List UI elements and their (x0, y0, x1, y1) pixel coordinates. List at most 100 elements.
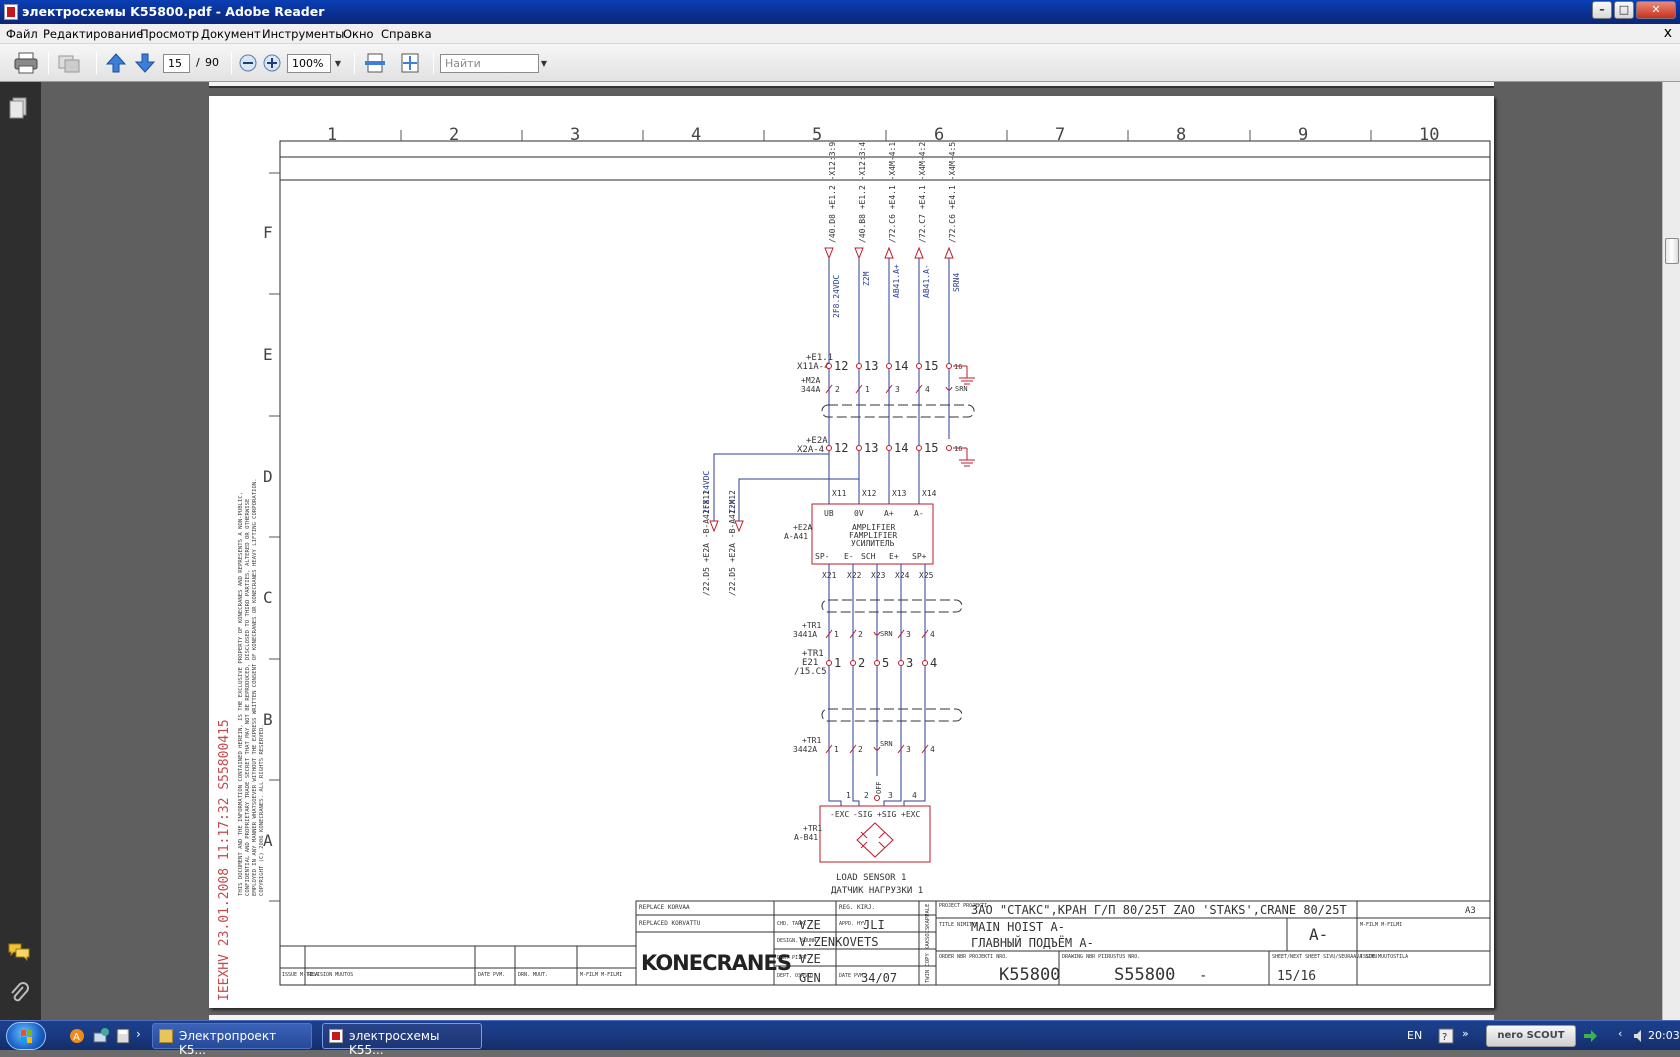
tray-collapse-icon[interactable]: ‹ (1618, 1027, 1622, 1040)
minimize-button[interactable]: – (1592, 1, 1612, 19)
close-document-button[interactable]: x (1664, 25, 1672, 41)
terminal-number: 3 (888, 791, 893, 800)
order-number: K55800 (999, 965, 1060, 985)
column-number: 2 (449, 125, 459, 145)
collaborate-icon[interactable] (56, 51, 82, 75)
terminal-tag: X25 (919, 571, 934, 580)
search-input[interactable]: Найти (440, 54, 539, 73)
quicklaunch-network-icon[interactable] (92, 1027, 110, 1045)
taskbar-item-folder[interactable]: Электропроект K5... (152, 1023, 312, 1057)
help-tray-icon[interactable]: ? (1438, 1028, 1454, 1044)
terminal-tag: X22 (847, 571, 862, 580)
menu-help[interactable]: Справка (381, 27, 432, 41)
core-number: 3 (895, 385, 900, 394)
terminal-tag: X24 (895, 571, 910, 580)
scrollbar-thumb[interactable] (1665, 238, 1679, 264)
previous-page-edge (209, 82, 1494, 88)
row-letter: E (263, 345, 273, 364)
revision-col: DRN. MUUT. (518, 972, 548, 978)
language-indicator[interactable]: EN (1407, 1029, 1422, 1042)
quicklaunch-avast-icon[interactable]: A (68, 1027, 86, 1045)
fit-width-icon[interactable] (362, 51, 388, 75)
terminal-number: 14 (894, 359, 908, 373)
arrow-tray-icon[interactable] (1582, 1028, 1598, 1044)
page-number-input[interactable]: 15 (163, 54, 190, 73)
zoom-level-input[interactable]: 100% (287, 54, 331, 73)
wire-label: 2F8.24VDC (832, 274, 841, 318)
tray-expand-icon[interactable]: » (1462, 1027, 1469, 1040)
menu-file[interactable]: Файл (6, 27, 38, 41)
title-code: A- (1309, 925, 1328, 944)
core-number: 1 (834, 630, 839, 639)
print-icon[interactable] (13, 51, 39, 75)
row-letter: D (263, 467, 273, 486)
taskbar-item-reader[interactable]: электросхемы K55... (322, 1023, 482, 1057)
terminal-number: 5 (882, 656, 889, 670)
zoom-out-icon[interactable] (235, 51, 261, 75)
twin-copy-label: TWIN COPY KAKSOISKAPPALE (925, 904, 931, 983)
close-button[interactable]: ✕ (1636, 1, 1676, 19)
location-label: +TR1 (802, 736, 821, 745)
menu-document[interactable]: Документ (201, 27, 261, 41)
pdf-icon (329, 1029, 343, 1043)
terminal-number: 15 (924, 359, 938, 373)
column-number: 7 (1055, 125, 1065, 145)
device-tag: A-A41 (784, 532, 808, 541)
pages-panel-icon[interactable] (8, 96, 30, 120)
core-number: SRN (880, 740, 893, 748)
terminal-block-e21: +TR1 E21 /15.C5 1 2 5 3 4 (794, 649, 937, 677)
zoom-dropdown-arrow[interactable]: ▼ (332, 54, 344, 73)
next-page-icon[interactable] (132, 51, 158, 75)
column-number: 10 (1419, 125, 1439, 145)
search-dropdown-arrow[interactable]: ▼ (538, 54, 550, 73)
tb-value: 34/07 (861, 971, 897, 985)
tb-label: REPLACE KORVAA (639, 904, 690, 911)
vertical-scrollbar[interactable] (1662, 82, 1680, 1020)
quicklaunch-save-icon[interactable] (114, 1027, 132, 1045)
tb-value: JLI (863, 918, 885, 932)
copyright-notice: THIS DOCUMENT AND THE INFORMATION CONTAI… (238, 478, 265, 896)
terminal-number: 13 (864, 441, 878, 455)
terminal-number: 3 (906, 656, 913, 670)
core-number: 1 (865, 385, 870, 394)
nero-scout-widget[interactable]: nero SCOUT (1486, 1025, 1576, 1047)
terminal-block-x11a: +E1.1 X11A-4 12 13 14 15 16 (797, 353, 962, 373)
system-tray: EN ? » nero SCOUT ‹ 20:03 (1400, 1021, 1680, 1051)
maximize-button[interactable]: □ (1614, 1, 1634, 19)
fit-page-icon[interactable] (397, 51, 423, 75)
svg-text:A: A (73, 1032, 80, 1043)
menu-window[interactable]: Окно (343, 27, 374, 41)
revision-col: M-FILM M-FILMI (580, 972, 622, 978)
menu-bar: Файл Редактирование Просмотр Документ Ин… (0, 24, 1680, 44)
copyright-line: COPYRIGHT (C) 2006 KONECRANES. ALL RIGHT… (259, 724, 265, 896)
terminal-number: 12 (834, 359, 848, 373)
volume-icon[interactable] (1632, 1028, 1648, 1044)
tb-value: VZE (799, 918, 821, 932)
device-tag: A-B41 (794, 833, 818, 842)
core-number: SRN (880, 630, 893, 638)
core-number: 4 (925, 385, 930, 394)
pin-label: A+ (884, 509, 894, 518)
menu-view[interactable]: Просмотр (140, 27, 199, 41)
wire-label: Z2M (862, 271, 871, 286)
terminal-block-x2a: +E2A X2A-4 12 13 14 15 16 (797, 436, 962, 455)
core-number: 2 (858, 630, 863, 639)
previous-page-icon[interactable] (103, 51, 129, 75)
tb-label: M-FILM M-FILMI (1360, 922, 1402, 928)
comments-panel-icon[interactable] (7, 942, 31, 962)
terminal-tag: X11 (832, 489, 847, 498)
column-number: 3 (570, 125, 580, 145)
start-button[interactable] (6, 1022, 46, 1050)
terminal-tag: X12 (862, 489, 877, 498)
core-number: SRN (955, 385, 968, 393)
menu-tools[interactable]: Инструменты (262, 27, 344, 41)
terminal-number: 4 (930, 656, 937, 670)
window-titlebar: электросхемы K55800.pdf - Adobe Reader –… (0, 0, 1680, 24)
pin-label: A- (914, 509, 924, 518)
quicklaunch-expand-icon[interactable]: › (136, 1027, 141, 1041)
cross-reference: /72.C6 +E4.1 -X4M-4:1 (888, 142, 897, 243)
windows-logo-icon (21, 1030, 32, 1043)
zoom-in-icon[interactable] (259, 51, 285, 75)
menu-edit[interactable]: Редактирование (43, 27, 143, 41)
attachments-panel-icon[interactable] (9, 982, 31, 1006)
